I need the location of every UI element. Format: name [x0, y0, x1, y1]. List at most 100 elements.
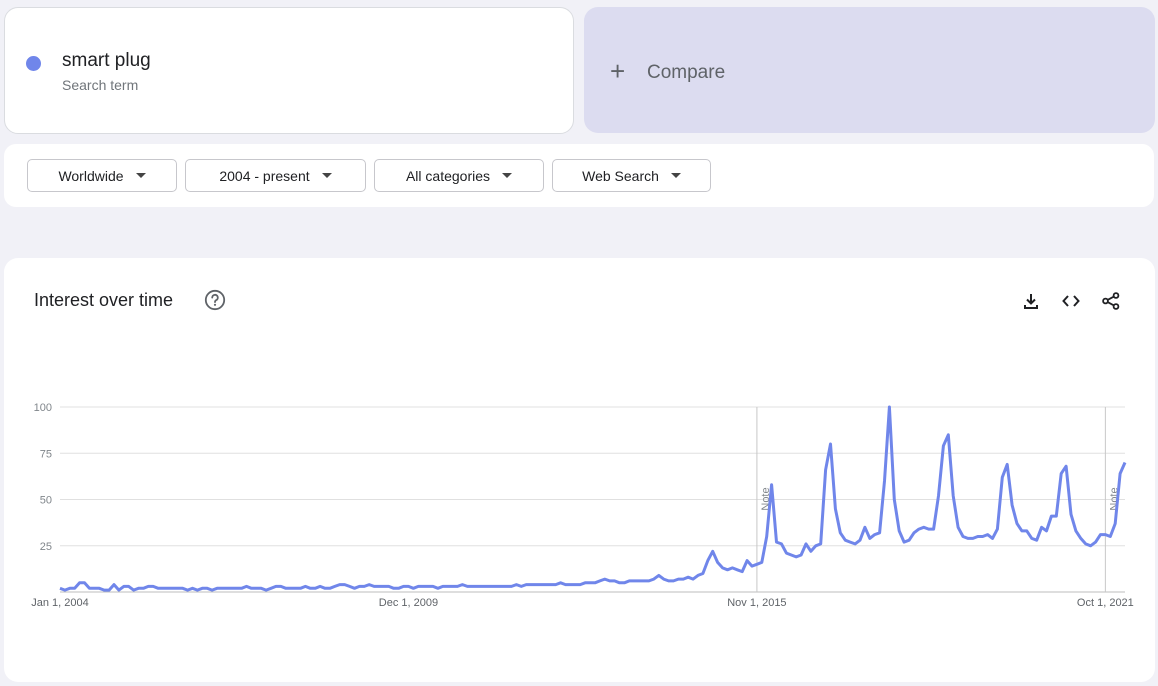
data-point[interactable] — [937, 495, 939, 497]
data-point[interactable] — [402, 585, 404, 587]
data-point[interactable] — [883, 480, 885, 482]
data-point[interactable] — [1075, 530, 1077, 532]
data-point[interactable] — [1060, 472, 1062, 474]
data-point[interactable] — [1099, 533, 1101, 535]
data-point[interactable] — [177, 587, 179, 589]
data-point[interactable] — [201, 587, 203, 589]
data-point[interactable] — [397, 587, 399, 589]
data-point[interactable] — [74, 587, 76, 589]
data-point[interactable] — [648, 580, 650, 582]
data-point[interactable] — [1026, 530, 1028, 532]
data-point[interactable] — [172, 587, 174, 589]
region-filter[interactable]: Worldwide — [27, 159, 177, 192]
data-point[interactable] — [368, 583, 370, 585]
data-point[interactable] — [604, 578, 606, 580]
data-point[interactable] — [88, 587, 90, 589]
data-point[interactable] — [726, 569, 728, 571]
data-point[interactable] — [137, 587, 139, 589]
data-point[interactable] — [952, 495, 954, 497]
data-point[interactable] — [314, 587, 316, 589]
data-point[interactable] — [226, 587, 228, 589]
data-point[interactable] — [496, 585, 498, 587]
data-point[interactable] — [69, 587, 71, 589]
data-point[interactable] — [780, 543, 782, 545]
data-point[interactable] — [996, 528, 998, 530]
data-point[interactable] — [564, 583, 566, 585]
data-point[interactable] — [854, 543, 856, 545]
data-point[interactable] — [108, 589, 110, 591]
data-point[interactable] — [707, 559, 709, 561]
data-point[interactable] — [898, 530, 900, 532]
data-point[interactable] — [491, 585, 493, 587]
data-point[interactable] — [795, 556, 797, 558]
data-point[interactable] — [373, 585, 375, 587]
data-point[interactable] — [928, 528, 930, 530]
data-point[interactable] — [206, 587, 208, 589]
data-point[interactable] — [618, 582, 620, 584]
data-point[interactable] — [579, 583, 581, 585]
data-point[interactable] — [923, 526, 925, 528]
data-point[interactable] — [628, 580, 630, 582]
data-point[interactable] — [486, 585, 488, 587]
compare-button[interactable]: + Compare — [584, 7, 1155, 133]
data-point[interactable] — [501, 585, 503, 587]
data-point[interactable] — [250, 587, 252, 589]
series-line-smart-plug[interactable] — [59, 405, 1127, 592]
data-point[interactable] — [550, 583, 552, 585]
data-point[interactable] — [510, 585, 512, 587]
data-point[interactable] — [761, 561, 763, 563]
data-point[interactable] — [304, 585, 306, 587]
data-point[interactable] — [574, 583, 576, 585]
data-point[interactable] — [78, 582, 80, 584]
data-point[interactable] — [1124, 461, 1126, 463]
data-point[interactable] — [633, 580, 635, 582]
data-point[interactable] — [712, 550, 714, 552]
data-point[interactable] — [294, 587, 296, 589]
data-point[interactable] — [260, 587, 262, 589]
data-point[interactable] — [766, 535, 768, 537]
data-point[interactable] — [584, 582, 586, 584]
data-point[interactable] — [515, 583, 517, 585]
data-point[interactable] — [667, 580, 669, 582]
data-point[interactable] — [348, 585, 350, 587]
data-point[interactable] — [820, 543, 822, 545]
data-point[interactable] — [83, 582, 85, 584]
data-point[interactable] — [839, 532, 841, 534]
data-point[interactable] — [682, 578, 684, 580]
data-point[interactable] — [334, 585, 336, 587]
data-point[interactable] — [658, 574, 660, 576]
data-point[interactable] — [309, 587, 311, 589]
data-point[interactable] — [118, 589, 120, 591]
data-point[interactable] — [157, 587, 159, 589]
data-point[interactable] — [93, 587, 95, 589]
data-point[interactable] — [142, 587, 144, 589]
data-point[interactable] — [785, 552, 787, 554]
data-point[interactable] — [236, 587, 238, 589]
data-point[interactable] — [918, 528, 920, 530]
data-point[interactable] — [378, 585, 380, 587]
data-point[interactable] — [569, 583, 571, 585]
data-point[interactable] — [859, 539, 861, 541]
data-point[interactable] — [59, 587, 61, 589]
data-point[interactable] — [427, 585, 429, 587]
data-point[interactable] — [1055, 515, 1057, 517]
data-point[interactable] — [810, 550, 812, 552]
data-point[interactable] — [1031, 537, 1033, 539]
data-point[interactable] — [123, 585, 125, 587]
data-point[interactable] — [255, 587, 257, 589]
data-point[interactable] — [1085, 543, 1087, 545]
data-point[interactable] — [290, 587, 292, 589]
data-point[interactable] — [167, 587, 169, 589]
data-point[interactable] — [98, 587, 100, 589]
data-point[interactable] — [324, 587, 326, 589]
data-point[interactable] — [505, 585, 507, 587]
data-point[interactable] — [319, 585, 321, 587]
data-point[interactable] — [692, 578, 694, 580]
data-point[interactable] — [623, 582, 625, 584]
data-point[interactable] — [815, 545, 817, 547]
data-point[interactable] — [942, 445, 944, 447]
data-point[interactable] — [417, 585, 419, 587]
data-point[interactable] — [775, 541, 777, 543]
data-point[interactable] — [535, 583, 537, 585]
data-point[interactable] — [1070, 513, 1072, 515]
